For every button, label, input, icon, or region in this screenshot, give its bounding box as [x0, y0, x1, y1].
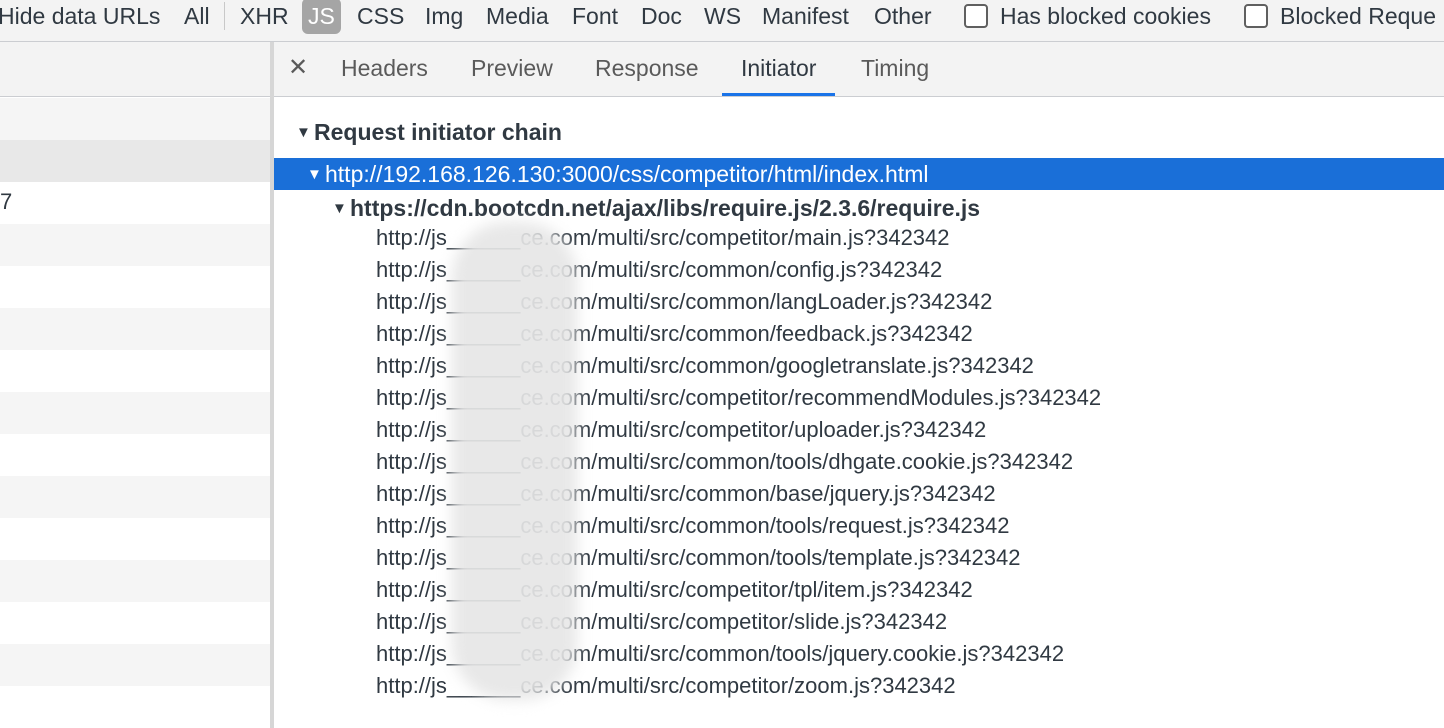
tab-response[interactable]: Response	[576, 42, 718, 96]
initiator-chain-section[interactable]: ▼ Request initiator chain	[296, 116, 562, 149]
expand-triangle-icon[interactable]: ▼	[296, 117, 314, 149]
tab-initiator[interactable]: Initiator	[722, 42, 836, 96]
request-row[interactable]	[0, 518, 270, 560]
has-blocked-cookies-label: Has blocked cookies	[1000, 3, 1211, 29]
expand-triangle-icon[interactable]: ▼	[332, 193, 350, 225]
filter-manifest[interactable]: Manifest	[762, 0, 849, 34]
filter-media[interactable]: Media	[486, 0, 549, 34]
filter-all[interactable]: All	[184, 0, 210, 34]
request-details-panel: ✕ Headers Preview Response Initiator Tim…	[274, 42, 1444, 728]
details-tab-bar: ✕ Headers Preview Response Initiator Tim…	[274, 42, 1444, 97]
close-icon[interactable]: ✕	[288, 52, 308, 84]
blocked-requests-label: Blocked Reque	[1280, 3, 1436, 29]
filter-bar: Hide data URLs All XHR JS CSS Img Media …	[0, 0, 1444, 42]
child-url: https://cdn.bootcdn.net/ajax/libs/requir…	[350, 195, 981, 221]
initiator-root-row[interactable]: ▼ http://192.168.126.130:3000/css/competi…	[274, 158, 1444, 190]
tab-timing[interactable]: Timing	[842, 42, 948, 96]
request-list-header	[0, 42, 270, 97]
tab-headers[interactable]: Headers	[322, 42, 447, 96]
request-row[interactable]	[0, 308, 270, 350]
request-row[interactable]	[0, 350, 270, 392]
request-row[interactable]	[0, 686, 270, 728]
request-row[interactable]	[0, 476, 270, 518]
request-row-text: 7	[0, 189, 13, 214]
request-row-selected[interactable]	[0, 140, 270, 182]
request-row[interactable]	[0, 560, 270, 602]
filter-doc[interactable]: Doc	[641, 0, 682, 34]
expand-triangle-icon[interactable]: ▼	[307, 159, 325, 191]
request-row[interactable]: 7	[0, 182, 270, 224]
request-row[interactable]	[0, 98, 270, 140]
filter-img[interactable]: Img	[425, 0, 463, 34]
request-row[interactable]	[0, 224, 270, 266]
filter-font[interactable]: Font	[572, 0, 618, 34]
filter-other[interactable]: Other	[874, 0, 932, 34]
request-row[interactable]	[0, 434, 270, 476]
filter-css[interactable]: CSS	[357, 0, 404, 34]
filter-divider	[224, 2, 225, 30]
filter-js[interactable]: JS	[302, 0, 341, 34]
request-row[interactable]	[0, 644, 270, 686]
request-row[interactable]	[0, 602, 270, 644]
filter-xhr[interactable]: XHR	[240, 0, 289, 34]
tab-preview[interactable]: Preview	[452, 42, 572, 96]
filter-hide-data-urls[interactable]: Hide data URLs	[0, 0, 160, 34]
root-url: http://192.168.126.130:3000/css/competit…	[325, 161, 929, 187]
blocked-requests-checkbox[interactable]	[1244, 4, 1268, 28]
request-row[interactable]	[0, 392, 270, 434]
redaction-blur	[452, 222, 577, 700]
request-list: 7	[0, 42, 270, 728]
filter-ws[interactable]: WS	[704, 0, 741, 34]
has-blocked-cookies-checkbox[interactable]	[964, 4, 988, 28]
initiator-child-row[interactable]: ▼ https://cdn.bootcdn.net/ajax/libs/requi…	[332, 192, 980, 225]
section-title: Request initiator chain	[314, 119, 562, 145]
request-row[interactable]	[0, 266, 270, 308]
